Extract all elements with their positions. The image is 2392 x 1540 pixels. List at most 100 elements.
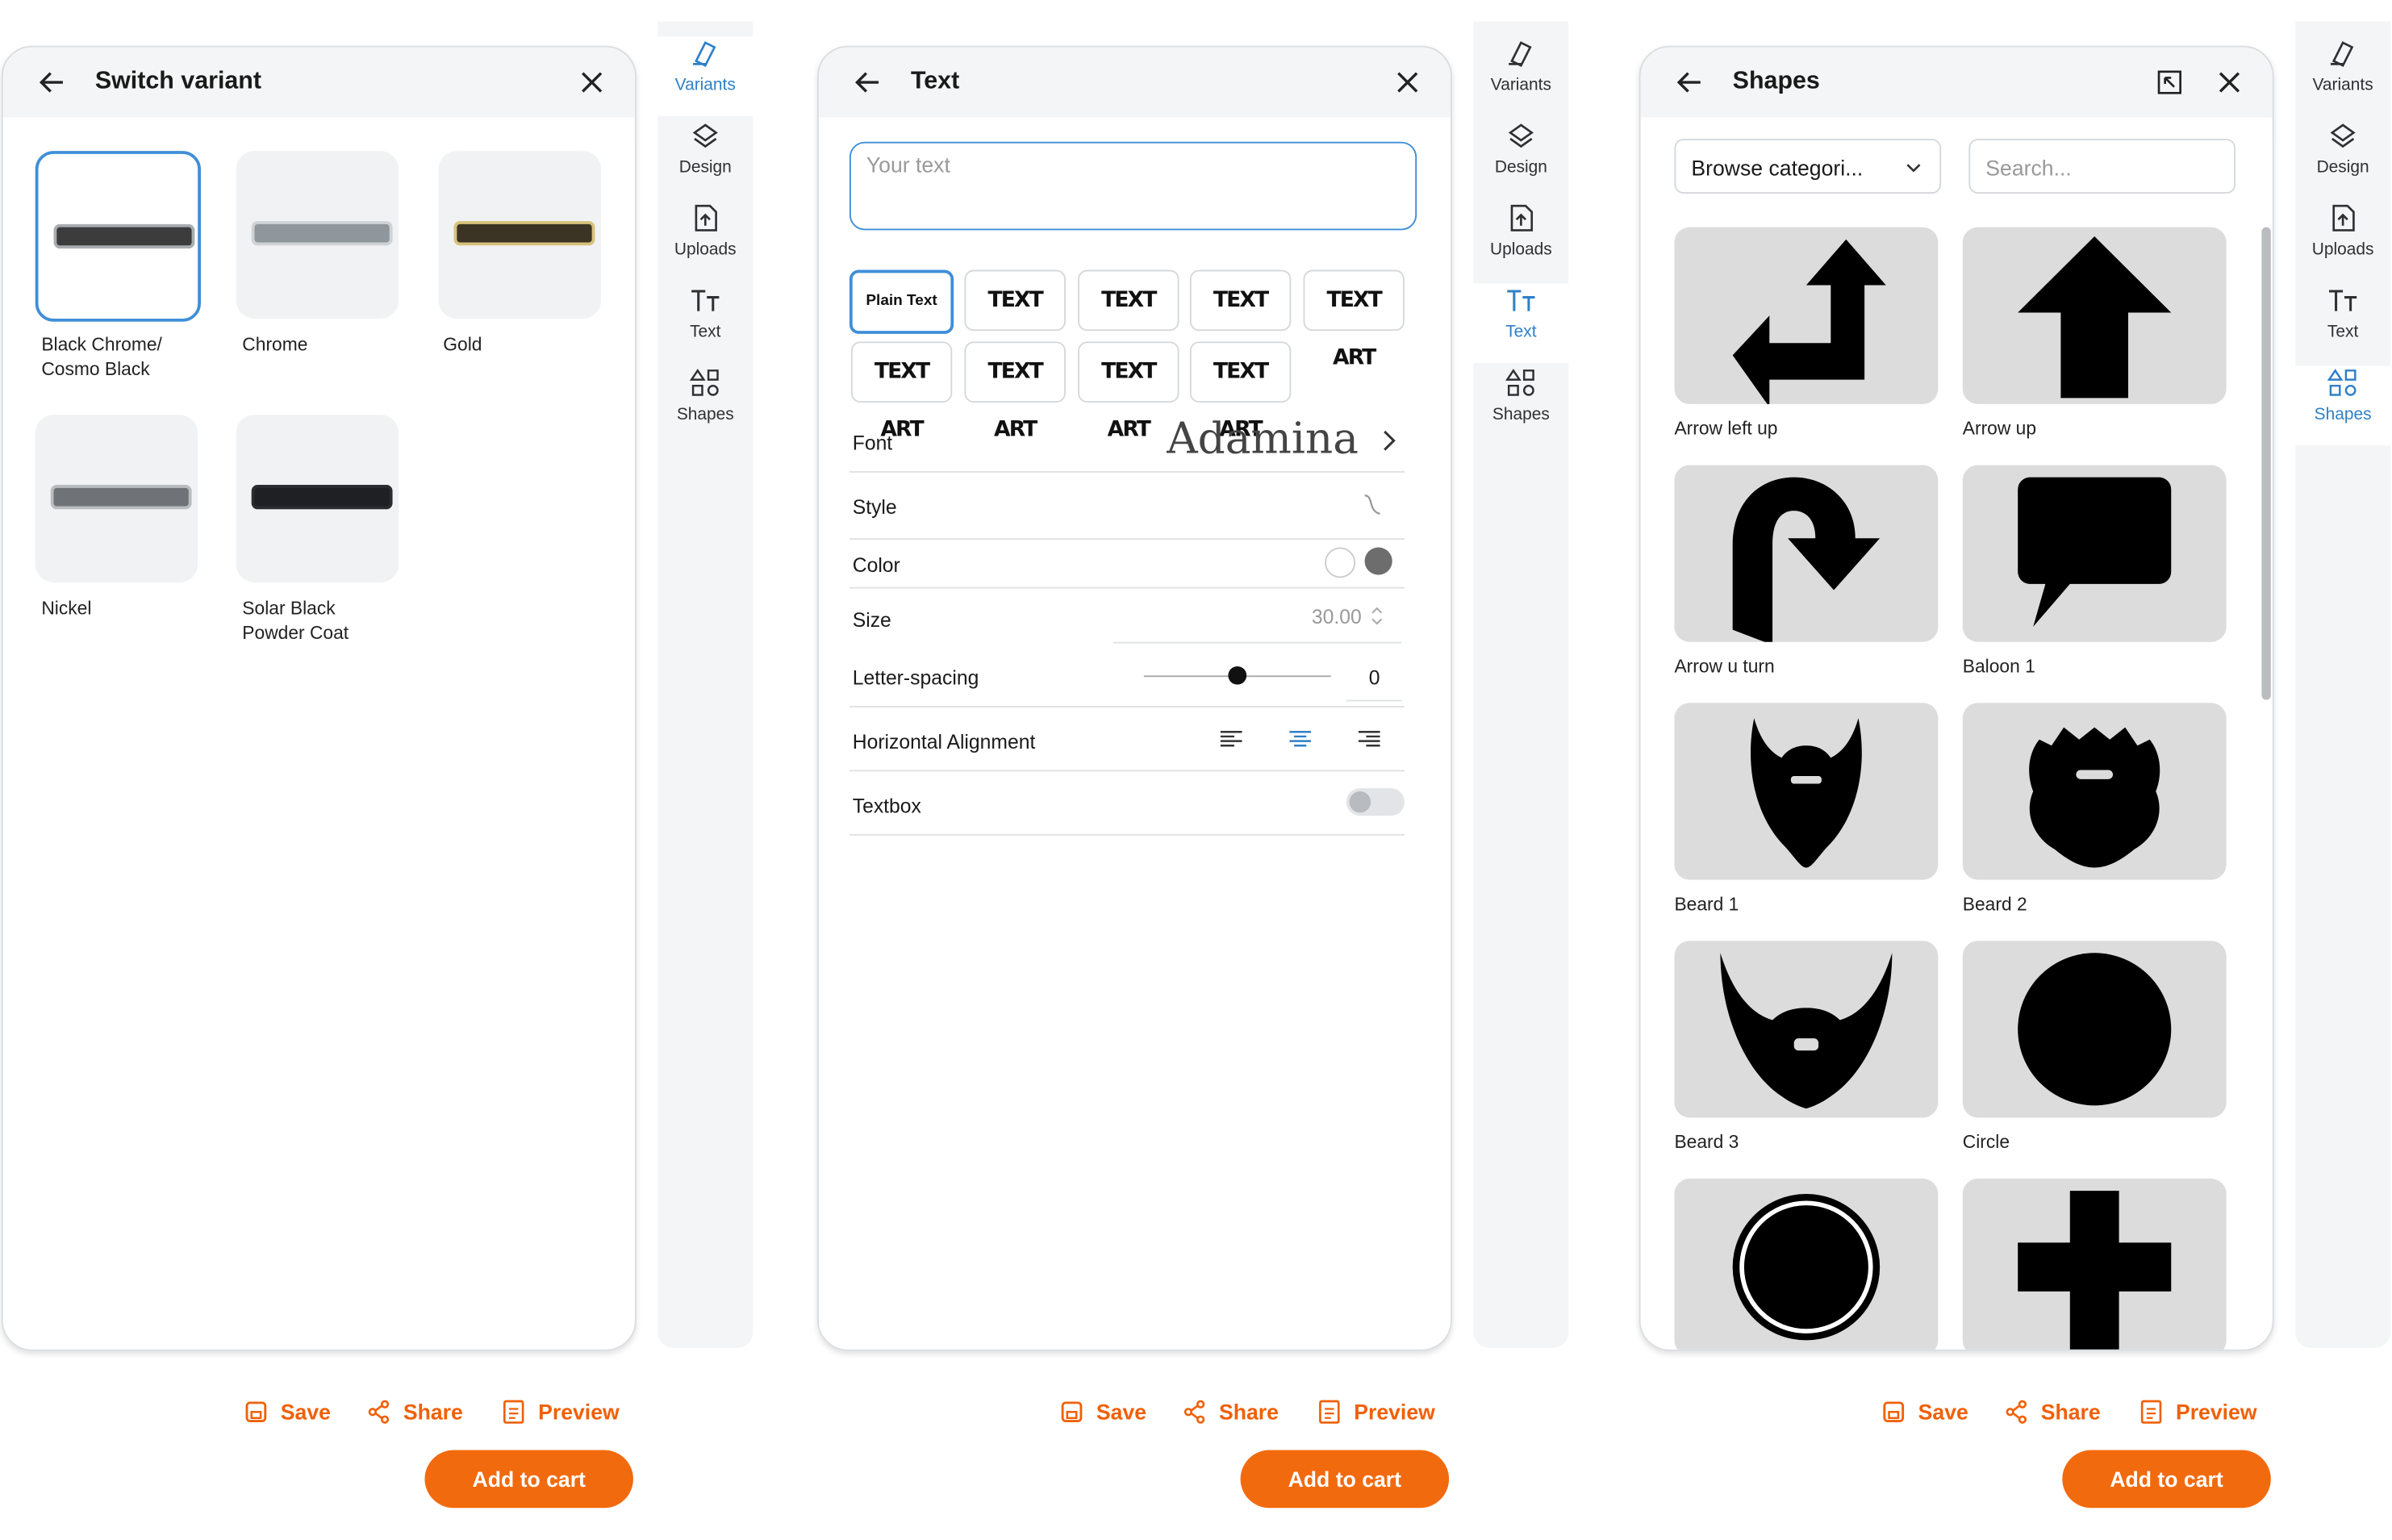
shape-label: Beard 2 — [1962, 893, 2027, 916]
rail-item-design[interactable]: Design — [2295, 119, 2390, 198]
side-rail: Variants Design Uploads Text Shapes — [2295, 21, 2391, 1348]
text-icon — [691, 290, 720, 311]
rail-label: Variants — [2312, 76, 2373, 95]
rail-item-shapes[interactable]: Shapes — [1473, 366, 1568, 445]
rail-item-design[interactable]: Design — [657, 119, 753, 198]
style-tab-text-art[interactable]: TEXT ART — [1189, 341, 1292, 442]
panel-body: Black Chrome/ Cosmo Black Chrome Gold Ni… — [2, 117, 635, 1350]
add-to-cart-button[interactable]: Add to cart — [2062, 1450, 2271, 1509]
close-icon[interactable] — [579, 70, 603, 94]
add-to-cart-button[interactable]: Add to cart — [424, 1450, 633, 1509]
scrollbar[interactable] — [2261, 227, 2271, 700]
color-swatch-white[interactable] — [1325, 547, 1356, 578]
shape-card-arrow-left-up[interactable] — [1674, 227, 1939, 404]
add-to-cart-button[interactable]: Add to cart — [1240, 1450, 1450, 1509]
align-center-icon[interactable] — [1288, 728, 1313, 749]
variant-card-nickel[interactable] — [35, 415, 198, 583]
size-value: 30.00 — [1311, 605, 1362, 628]
style-row[interactable]: Style — [849, 478, 1405, 540]
font-row[interactable]: Font Adamina — [849, 413, 1405, 473]
share-icon — [1183, 1400, 1205, 1424]
close-icon[interactable] — [1396, 70, 1420, 94]
shape-card-arrow-u-turn[interactable] — [1674, 465, 1939, 642]
save-icon — [1061, 1401, 1083, 1422]
textbox-label: Textbox — [852, 794, 921, 818]
layers-icon — [692, 123, 718, 148]
back-arrow-icon[interactable] — [37, 67, 68, 98]
shapes-icon — [689, 369, 719, 396]
variant-label: Chrome — [242, 333, 308, 356]
shape-card-beard-3[interactable] — [1674, 941, 1939, 1118]
shape-card-baloon-1[interactable] — [1962, 465, 2227, 642]
rail-item-shapes[interactable]: Shapes — [657, 366, 753, 445]
category-select[interactable]: Browse categori... — [1674, 138, 1942, 194]
rail-item-variants[interactable]: Variants — [1473, 36, 1568, 115]
style-tab-text-art[interactable]: TEXT ART — [1189, 269, 1292, 370]
rail-item-uploads[interactable]: Uploads — [2295, 201, 2390, 280]
style-tab-text-art[interactable]: TEXT ART — [1078, 341, 1179, 442]
expand-icon[interactable] — [2156, 69, 2183, 96]
upload-icon — [1510, 204, 1534, 232]
color-swatch-gray[interactable] — [1364, 547, 1392, 575]
variant-card-black-chrome[interactable] — [35, 151, 201, 322]
shape-card-beard-2[interactable] — [1962, 703, 2227, 880]
textbox-toggle[interactable] — [1346, 788, 1405, 816]
save-label: Save — [1918, 1400, 1968, 1425]
style-tab-text-art[interactable]: TEXT ART — [850, 341, 953, 442]
panel-title: Shapes — [1732, 69, 1820, 95]
rail-label: Shapes — [2314, 405, 2372, 424]
color-row[interactable]: Color — [849, 538, 1405, 589]
size-input[interactable]: 30.00 — [1113, 596, 1402, 644]
text-panel: Text Your text Plain Text TEXT ART TEXT … — [817, 45, 1452, 1351]
shape-label: Arrow up — [1962, 417, 2037, 440]
size-label: Size — [852, 608, 891, 632]
align-right-icon[interactable] — [1357, 728, 1381, 749]
variant-card-chrome[interactable] — [236, 151, 399, 319]
shape-card-arrow-up[interactable] — [1962, 227, 2227, 404]
shape-card-circle[interactable] — [1962, 941, 2227, 1118]
shape-card-cross[interactable] — [1962, 1179, 2227, 1350]
style-tab-text-art[interactable]: TEXT ART — [1078, 269, 1179, 370]
rail-item-text[interactable]: Text — [657, 284, 753, 363]
rail-item-variants[interactable]: Variants — [2295, 36, 2390, 115]
stepper-icon[interactable] — [1371, 605, 1383, 626]
save-label: Save — [1096, 1400, 1147, 1425]
align-left-icon[interactable] — [1219, 728, 1243, 749]
style-tab-text-art[interactable]: TEXT ART — [964, 341, 1066, 442]
circle-ring-icon — [1732, 1193, 1881, 1341]
rail-item-text[interactable]: Text — [2295, 284, 2390, 363]
close-icon[interactable] — [2217, 70, 2241, 94]
rail-item-design[interactable]: Design — [1473, 119, 1568, 198]
style-tab-text-art[interactable]: TEXT ART — [1303, 269, 1405, 370]
text-icon — [1507, 290, 1535, 311]
rail-item-variants[interactable]: Variants — [657, 36, 754, 116]
shape-label: Baloon 1 — [1962, 655, 2035, 678]
rail-item-text[interactable]: Text — [1473, 283, 1569, 363]
back-arrow-icon[interactable] — [853, 67, 883, 98]
shape-label: Arrow u turn — [1674, 655, 1775, 678]
rail-label: Uploads — [1490, 240, 1552, 260]
style-tab-text-art[interactable]: TEXT ART — [964, 269, 1066, 370]
variant-card-solar-black[interactable] — [236, 415, 399, 583]
upload-icon — [695, 204, 717, 232]
rail-item-shapes[interactable]: Shapes — [2295, 365, 2391, 445]
category-select-value: Browse categori... — [1691, 155, 1864, 181]
save-icon — [245, 1401, 267, 1422]
variants-icon — [2330, 41, 2354, 68]
shape-card-beard-1[interactable] — [1674, 703, 1939, 880]
style-label: Style — [852, 495, 897, 519]
letter-spacing-slider-handle[interactable] — [1228, 666, 1247, 685]
letter-spacing-input[interactable]: 0 — [1346, 654, 1402, 702]
font-label: Font — [852, 431, 893, 455]
rail-item-uploads[interactable]: Uploads — [1473, 201, 1568, 280]
text-input[interactable]: Your text — [849, 141, 1417, 231]
style-tab-plain[interactable]: Plain Text — [849, 269, 954, 334]
layers-icon — [1508, 123, 1534, 148]
variants-icon — [693, 41, 716, 68]
search-input[interactable]: Search... — [1968, 138, 2236, 194]
stage: Switch variant Black Chrome/ Cosmo Black… — [0, 0, 2392, 1540]
shape-card-circle-ring[interactable] — [1674, 1179, 1939, 1350]
rail-item-uploads[interactable]: Uploads — [657, 201, 753, 280]
back-arrow-icon[interactable] — [1674, 67, 1705, 98]
variant-card-gold[interactable] — [438, 151, 602, 319]
